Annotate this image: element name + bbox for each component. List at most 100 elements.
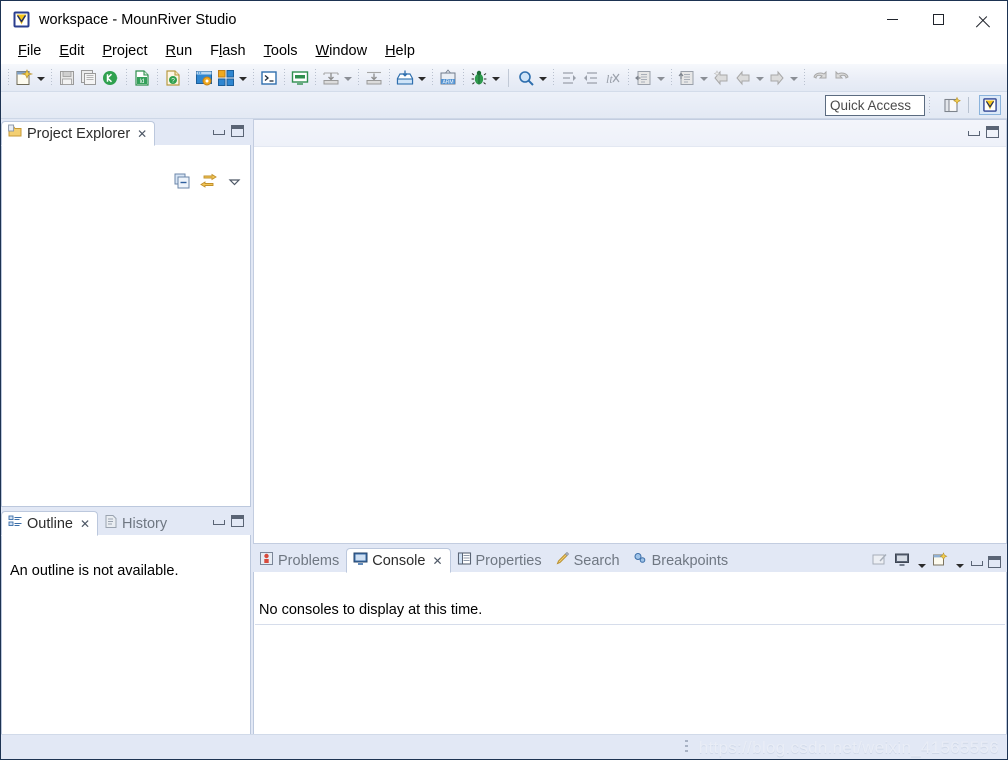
download-memory-icon <box>364 68 384 88</box>
tab-console[interactable]: Console ✕ <box>346 548 451 573</box>
tab-outline-close[interactable]: ✕ <box>80 518 90 530</box>
editor-canvas[interactable] <box>254 148 1006 543</box>
upload-box-icon[interactable] <box>395 68 415 88</box>
monitor-icon[interactable] <box>290 68 310 88</box>
console-local-toolbar <box>872 552 1001 572</box>
mounriver-perspective-icon[interactable] <box>979 95 1001 115</box>
download-dropdown-arrow[interactable] <box>342 68 354 88</box>
back-history-icon <box>711 68 731 88</box>
status-bar-grip[interactable] <box>685 740 688 755</box>
tab-outline[interactable]: Outline ✕ <box>1 511 99 536</box>
tab-problems[interactable]: Problems <box>253 548 346 573</box>
tab-project-explorer-label: Project Explorer <box>27 125 131 142</box>
outline-body[interactable]: An outline is not available. <box>1 535 251 759</box>
forward-arrow-icon <box>767 68 787 88</box>
next-annotation-icon <box>559 68 579 88</box>
application-window: workspace - MounRiver Studio File Edit P… <box>0 0 1008 760</box>
close-button[interactable] <box>961 1 1007 38</box>
menu-window[interactable]: Window <box>306 41 376 61</box>
menu-flash[interactable]: Flash <box>201 41 254 61</box>
tab-search[interactable]: Search <box>549 548 627 573</box>
upload-dropdown-arrow[interactable] <box>416 68 428 88</box>
toolbar-separator <box>553 69 554 86</box>
forward-dropdown-arrow[interactable] <box>788 68 800 88</box>
tab-history[interactable]: History <box>98 511 174 536</box>
project-explorer-tab-row: Project Explorer ✕ <box>1 119 251 146</box>
debug-bug-icon[interactable] <box>469 68 489 88</box>
redo-icon <box>832 68 852 88</box>
maximize-view-icon[interactable] <box>231 515 244 527</box>
tab-search-label: Search <box>573 552 620 569</box>
minimize-button[interactable] <box>869 1 915 38</box>
menu-help[interactable]: Help <box>376 41 424 61</box>
quick-access-input[interactable]: Quick Access <box>825 94 925 116</box>
build-config-icon[interactable] <box>194 68 214 88</box>
kill-icon[interactable] <box>101 68 121 88</box>
toolbar-separator <box>284 69 285 86</box>
tab-breakpoints[interactable]: Breakpoints <box>627 548 736 573</box>
display-console-dropdown-arrow[interactable] <box>916 555 926 569</box>
outline-tab-row: Outline ✕ History <box>1 509 251 536</box>
maximize-editor-icon[interactable] <box>986 126 999 138</box>
tab-outline-label: Outline <box>27 515 73 532</box>
back-dropdown-arrow[interactable] <box>754 68 766 88</box>
open-perspective-icon[interactable] <box>942 95 964 115</box>
toolbar-separator <box>157 69 158 86</box>
last-edit-dropdown-arrow[interactable] <box>655 68 667 88</box>
project-explorer-body[interactable] <box>1 145 251 507</box>
menu-project[interactable]: Project <box>93 41 156 61</box>
minimize-view-icon[interactable] <box>212 517 225 526</box>
maximize-button[interactable] <box>915 1 961 38</box>
toolbar-separator <box>188 69 189 86</box>
open-console-icon[interactable] <box>932 552 948 572</box>
build-ld-icon[interactable]: ld <box>132 68 152 88</box>
console-view-stack: Problems Console ✕ Properties Search Bre… <box>253 546 1007 759</box>
arm-icon[interactable]: ARM <box>438 68 458 88</box>
menu-tools[interactable]: Tools <box>255 41 307 61</box>
quick-access-divider <box>968 97 969 113</box>
minimize-view-icon[interactable] <box>970 558 983 567</box>
search-icon[interactable] <box>516 68 536 88</box>
tab-properties[interactable]: Properties <box>451 548 549 573</box>
menu-project-label: roject <box>112 43 148 59</box>
toolbar-separator <box>126 69 127 86</box>
new-wizard-icon[interactable] <box>14 68 34 88</box>
editor-area <box>253 119 1007 544</box>
quick-access-row: Quick Access <box>1 92 1007 119</box>
problems-icon <box>259 551 274 570</box>
open-console-dropdown-arrow[interactable] <box>954 555 964 569</box>
terminal-icon[interactable] <box>259 68 279 88</box>
maximize-view-icon[interactable] <box>988 556 1001 568</box>
minimize-editor-icon[interactable] <box>967 128 980 137</box>
clear-console-icon <box>872 552 888 572</box>
project-explorer-tree[interactable] <box>2 191 250 506</box>
menu-run[interactable]: Run <box>157 41 202 61</box>
toolbar-separator <box>432 69 433 86</box>
workbench: Project Explorer ✕ Outline ✕ History An … <box>1 119 1007 759</box>
tab-problems-label: Problems <box>278 552 340 569</box>
debug-dropdown-arrow[interactable] <box>490 68 502 88</box>
open-type-dropdown-arrow[interactable] <box>698 68 710 88</box>
menu-edit[interactable]: Edit <box>50 41 93 61</box>
help-document-icon[interactable]: ? <box>163 68 183 88</box>
svg-text:ld: ld <box>140 79 145 85</box>
minimize-view-icon[interactable] <box>212 127 225 136</box>
undo-icon <box>810 68 830 88</box>
tab-project-explorer-close[interactable]: ✕ <box>137 128 147 140</box>
tab-history-label: History <box>122 515 168 532</box>
new-wizard-dropdown-arrow[interactable] <box>35 68 47 88</box>
display-selected-console-icon[interactable] <box>894 552 910 572</box>
project-explorer-view: Project Explorer ✕ <box>1 119 251 507</box>
tab-console-close[interactable]: ✕ <box>432 555 442 567</box>
toolbar-separator <box>628 69 629 86</box>
outline-view-buttons <box>212 515 244 527</box>
build-dropdown-arrow[interactable] <box>237 68 249 88</box>
properties-icon <box>457 551 472 570</box>
tab-project-explorer[interactable]: Project Explorer ✕ <box>1 121 156 146</box>
toolbar-separator <box>671 69 672 86</box>
menu-file[interactable]: File <box>9 41 50 61</box>
build-all-icon[interactable] <box>216 68 236 88</box>
search-dropdown-arrow[interactable] <box>537 68 549 88</box>
console-body[interactable]: No consoles to display at this time. <box>253 572 1007 759</box>
maximize-view-icon[interactable] <box>231 125 244 137</box>
